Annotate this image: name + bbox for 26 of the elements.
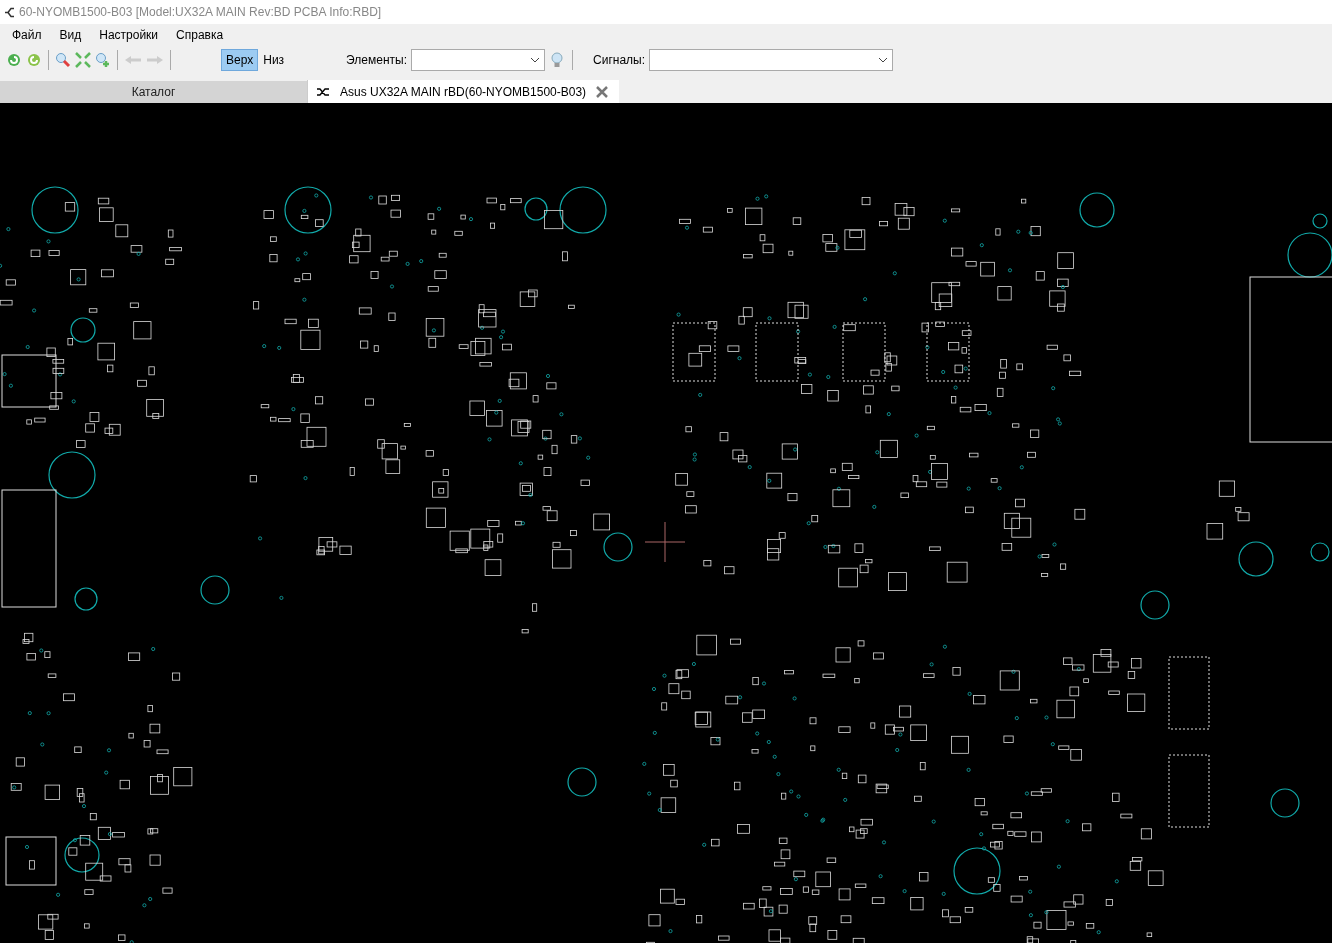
window-title: 60-NYOMB1500-B03 [Model:UX32A MAIN Rev:BD PCBA Info:RBD] <box>19 4 382 21</box>
zoom-in-icon[interactable] <box>95 52 111 68</box>
layer-toggle[interactable]: Верх <box>221 49 259 71</box>
chevron-down-icon <box>878 57 889 63</box>
signals-dropdown[interactable] <box>649 49 894 71</box>
menu-item[interactable]: Настройки <box>91 24 167 46</box>
menu-item[interactable]: Файл <box>4 24 50 46</box>
pcb-layout-drawing[interactable] <box>0 105 1332 943</box>
tab-label: Asus UX32A MAIN rBD(60-NYOMB1500-B03) <box>340 83 587 101</box>
layer-toggle[interactable]: Низ <box>258 49 290 71</box>
shuffle-icon <box>316 86 330 97</box>
close-icon[interactable] <box>596 85 609 98</box>
refresh-icon[interactable] <box>6 52 22 68</box>
lightbulb-icon[interactable] <box>550 52 564 68</box>
document-tab[interactable]: Asus UX32A MAIN rBD(60-NYOMB1500-B03) <box>307 80 619 103</box>
signals-label: Сигналы: <box>593 52 646 69</box>
elements-dropdown[interactable] <box>411 49 545 71</box>
document-tab[interactable]: Каталог <box>0 81 307 103</box>
menu-item[interactable]: Вид <box>51 24 90 46</box>
zoom-out-icon[interactable] <box>55 52 71 68</box>
app-icon <box>4 6 15 18</box>
elements-label: Элементы: <box>346 52 407 69</box>
rotate-icon[interactable] <box>26 52 42 68</box>
chevron-down-icon <box>530 57 540 63</box>
menu-item[interactable]: Справка <box>168 24 232 46</box>
fit-icon[interactable] <box>75 52 91 68</box>
